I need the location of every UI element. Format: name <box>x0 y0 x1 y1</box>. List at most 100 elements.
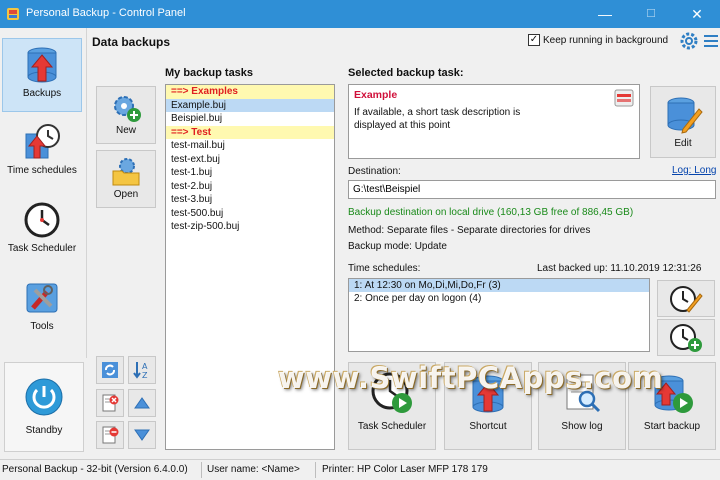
remove-item-button[interactable] <box>96 421 124 449</box>
clock-pencil-icon <box>670 286 703 313</box>
refresh-icon <box>102 362 118 378</box>
new-task-button[interactable]: New <box>96 86 156 144</box>
clock-plus-icon <box>670 324 702 352</box>
delete-icon <box>102 394 119 412</box>
sort-icon: A Z <box>133 362 148 380</box>
edit-schedule-button[interactable] <box>657 280 715 317</box>
log-link[interactable]: Log: Long <box>672 165 717 176</box>
clock-icon <box>24 202 60 238</box>
selected-task-name: Example <box>354 89 398 101</box>
page-title: Data backups <box>92 35 171 49</box>
svg-text:Z: Z <box>142 371 148 380</box>
schedule-list-item[interactable]: 1: At 12:30 on Mo,Di,Mi,Do,Fr (3) <box>349 279 649 292</box>
task-group-header[interactable]: ==> Test <box>166 125 334 139</box>
open-task-button[interactable]: Open <box>96 150 156 208</box>
destination-field[interactable] <box>348 180 716 199</box>
nav-item-tools[interactable]: Tools <box>2 272 82 346</box>
gear-folder-icon <box>112 158 140 186</box>
window-title: Personal Backup - Control Panel <box>26 7 186 19</box>
start-backup-label: Start backup <box>643 421 701 432</box>
task-list-item[interactable]: test-1.buj <box>166 166 334 180</box>
clock-play-icon <box>371 372 412 413</box>
task-list-item[interactable]: Example.buj <box>166 98 334 112</box>
triangle-down-icon <box>134 429 150 441</box>
selected-task-label: Selected backup task: <box>348 67 464 79</box>
task-list-label: My backup tasks <box>165 67 254 79</box>
status-bar: Personal Backup - 32-bit (Version 6.4.0.… <box>0 459 720 480</box>
minimize-button[interactable]: — <box>582 0 628 28</box>
triangle-up-icon <box>134 397 150 409</box>
task-list-item[interactable]: test-mail.buj <box>166 139 334 153</box>
nav-item-label: Tools <box>30 321 54 332</box>
selected-task-description: If available, a short task description i… <box>354 107 521 131</box>
edit-label: Edit <box>674 138 692 149</box>
gear-plus-icon <box>114 96 141 122</box>
schedule-list-item[interactable]: 2: Once per day on logon (4) <box>349 292 649 305</box>
task-list-item[interactable]: Beispiel.buj <box>166 112 334 126</box>
nav-item-task-scheduler[interactable]: Task Scheduler <box>2 194 82 268</box>
move-down-button[interactable] <box>128 421 156 449</box>
time-schedules-label: Time schedules: <box>348 263 421 274</box>
task-list[interactable]: ==> Examples Example.buj Beispiel.buj ==> T… <box>165 84 335 450</box>
database-play-icon <box>654 375 693 413</box>
keep-running-label: Keep running in background <box>543 34 669 46</box>
status-separator <box>201 462 202 478</box>
database-up-arrow-icon <box>27 47 57 83</box>
clock-arrow-icon <box>25 124 60 159</box>
nav-item-backups[interactable]: Backups <box>2 38 82 112</box>
selected-task-panel: Example If available, a short task descr… <box>348 84 640 159</box>
move-up-button[interactable] <box>128 389 156 417</box>
task-list-item[interactable]: test-2.buj <box>166 180 334 194</box>
maximize-button[interactable]: ☐ <box>628 0 674 28</box>
task-list-item[interactable]: test-zip-500.buj <box>166 220 334 234</box>
database-shortcut-icon <box>472 375 504 413</box>
new-label: New <box>115 125 136 136</box>
edit-button[interactable]: Edit <box>650 86 716 158</box>
app-icon <box>7 8 19 20</box>
nav-item-label: Task Scheduler <box>7 243 77 254</box>
menu-icon[interactable] <box>704 33 718 49</box>
tools-icon <box>26 283 58 313</box>
destination-status: Backup destination on local drive (160,1… <box>348 207 634 218</box>
delete-item-button[interactable] <box>96 389 124 417</box>
show-log-label: Show log <box>561 421 603 432</box>
status-user: User name: <Name> <box>207 464 300 475</box>
status-version: Personal Backup - 32-bit (Version 6.4.0.… <box>2 464 188 475</box>
task-scheduler-label: Task Scheduler <box>357 421 427 432</box>
power-icon <box>25 378 63 416</box>
destination-label: Destination: <box>348 166 401 177</box>
task-options-icon[interactable] <box>614 89 634 107</box>
shortcut-button[interactable]: Shortcut <box>444 362 532 450</box>
nav-item-label: Time schedules <box>7 165 77 176</box>
task-list-item[interactable]: test-ext.buj <box>166 153 334 167</box>
log-magnifier-icon <box>566 374 601 413</box>
add-schedule-button[interactable] <box>657 319 715 356</box>
backup-mode: Backup mode: Update <box>348 241 447 252</box>
task-scheduler-button[interactable]: Task Scheduler <box>348 362 436 450</box>
title-bar: Personal Backup - Control Panel — ☐ ✕ <box>0 0 720 28</box>
task-list-item[interactable]: test-500.buj <box>166 207 334 221</box>
status-printer: Printer: HP Color Laser MFP 178 179 <box>322 464 488 475</box>
open-label: Open <box>113 189 139 200</box>
sort-button[interactable]: A Z <box>128 356 156 384</box>
standby-label: Standby <box>25 425 63 436</box>
nav-item-time-schedules[interactable]: Time schedules <box>2 116 82 190</box>
sync-button[interactable] <box>96 356 124 384</box>
keep-running-checkbox[interactable]: ✓ Keep running in background <box>528 34 668 46</box>
close-button[interactable]: ✕ <box>674 0 720 28</box>
standby-button[interactable]: Standby <box>4 362 84 452</box>
remove-icon <box>102 426 119 444</box>
database-pencil-icon <box>667 97 703 134</box>
backup-method: Method: Separate files - Separate direct… <box>348 225 591 236</box>
start-backup-button[interactable]: Start backup <box>628 362 716 450</box>
svg-text:A: A <box>142 362 148 371</box>
nav-item-label: Backups <box>22 88 62 99</box>
show-log-button[interactable]: Show log <box>538 362 626 450</box>
gear-icon[interactable] <box>679 31 699 51</box>
left-navigation: Backups Time schedules Task Scheduler To… <box>0 28 87 358</box>
task-group-header[interactable]: ==> Examples <box>166 85 334 99</box>
schedule-list[interactable]: 1: At 12:30 on Mo,Di,Mi,Do,Fr (3) 2: Once… <box>348 278 650 352</box>
checkbox-box[interactable]: ✓ <box>528 34 540 46</box>
task-list-item[interactable]: test-3.buj <box>166 193 334 207</box>
shortcut-label: Shortcut <box>469 421 507 432</box>
